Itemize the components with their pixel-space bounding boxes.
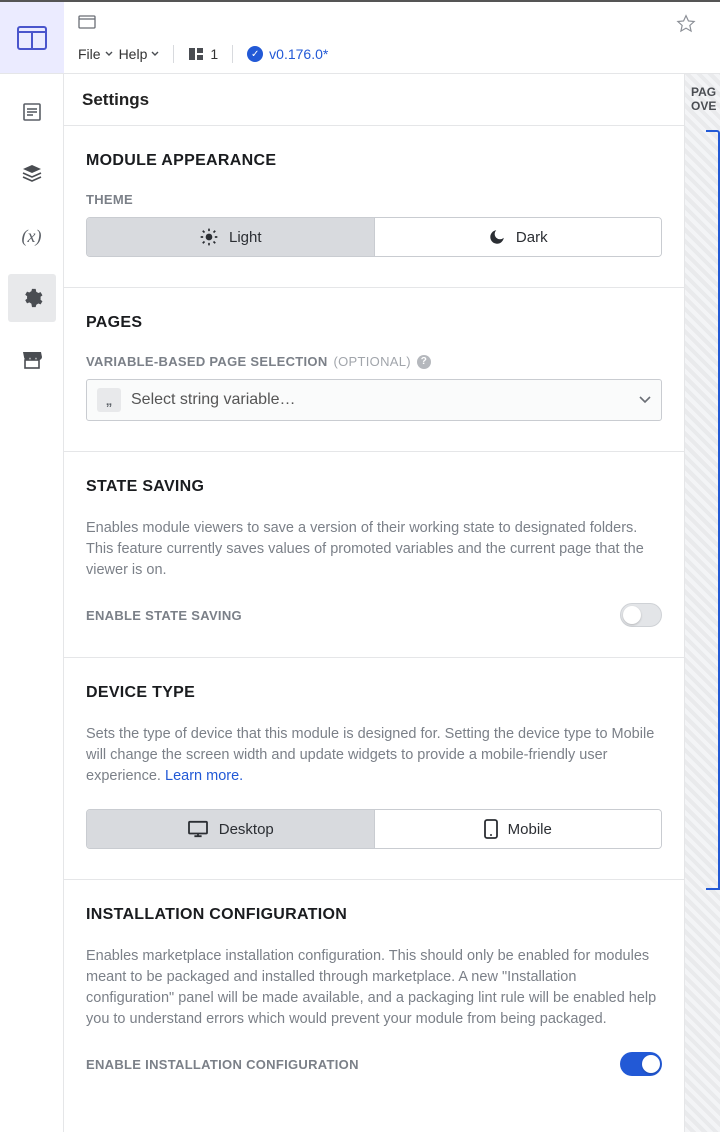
rail-item-layers[interactable] <box>8 150 56 198</box>
theme-light-button[interactable]: Light <box>87 218 375 256</box>
section-title: MODULE APPEARANCE <box>86 152 662 170</box>
theme-segmented: Light Dark <box>86 217 662 257</box>
right-panel-stub: PAG OVE <box>684 74 720 1132</box>
app-logo-tile[interactable] <box>0 2 64 74</box>
board-count[interactable]: 1 <box>188 46 218 62</box>
overview-outline <box>706 130 720 890</box>
enable-install-config-toggle[interactable] <box>620 1052 662 1076</box>
rail-item-doc[interactable] <box>8 88 56 136</box>
section-pages: PAGES VARIABLE-BASED PAGE SELECTION (OPT… <box>64 288 684 452</box>
right-panel-label: PAG OVE <box>691 86 716 114</box>
device-desktop-label: Desktop <box>219 821 274 838</box>
sun-icon <box>199 227 219 247</box>
dashboard-icon <box>17 26 47 50</box>
left-rail: (x) <box>0 2 64 1132</box>
section-state-saving: STATE SAVING Enables module viewers to s… <box>64 452 684 658</box>
theme-label: THEME <box>86 192 662 207</box>
device-mobile-button[interactable]: Mobile <box>375 810 662 848</box>
enable-install-config-label: ENABLE INSTALLATION CONFIGURATION <box>86 1057 359 1072</box>
section-description: Sets the type of device that this module… <box>86 724 662 787</box>
device-desktop-button[interactable]: Desktop <box>87 810 375 848</box>
chevron-down-icon <box>639 396 651 404</box>
chevron-down-icon <box>105 51 113 57</box>
window-icon <box>78 15 96 29</box>
rail-item-settings[interactable] <box>8 274 56 322</box>
desktop-icon <box>187 820 209 838</box>
gear-icon <box>21 287 43 309</box>
device-segmented: Desktop Mobile <box>86 809 662 849</box>
device-mobile-label: Mobile <box>508 821 552 838</box>
theme-light-label: Light <box>229 229 262 246</box>
settings-scroll: MODULE APPEARANCE THEME Light Dark PAGES <box>64 126 684 1132</box>
variable-select-placeholder: Select string variable… <box>131 391 629 409</box>
section-title: STATE SAVING <box>86 478 662 496</box>
moon-icon <box>488 228 506 246</box>
vbps-label: VARIABLE-BASED PAGE SELECTION (OPTIONAL)… <box>86 354 662 369</box>
separator <box>173 45 174 63</box>
chevron-down-icon <box>151 51 159 57</box>
section-title: INSTALLATION CONFIGURATION <box>86 906 662 924</box>
theme-dark-button[interactable]: Dark <box>375 218 662 256</box>
mobile-icon <box>484 819 498 839</box>
variable-icon: (x) <box>22 226 42 247</box>
optional-tag: (OPTIONAL) <box>334 354 411 369</box>
section-installation-config: INSTALLATION CONFIGURATION Enables marke… <box>64 880 684 1106</box>
variable-select[interactable]: „ Select string variable… <box>86 379 662 421</box>
version-badge[interactable]: ✓ v0.176.0* <box>247 46 328 62</box>
section-module-appearance: MODULE APPEARANCE THEME Light Dark <box>64 126 684 288</box>
learn-more-link[interactable]: Learn more. <box>165 768 243 784</box>
menu-help[interactable]: Help <box>119 46 160 62</box>
rail-item-marketplace[interactable] <box>8 336 56 384</box>
star-icon[interactable] <box>676 14 696 34</box>
page-title: Settings <box>64 74 720 126</box>
section-device-type: DEVICE TYPE Sets the type of device that… <box>64 658 684 880</box>
document-icon <box>22 102 42 122</box>
toolbar: File Help 1 ✓ v0.176.0* <box>64 2 720 74</box>
store-icon <box>21 350 43 370</box>
grid-icon <box>188 47 204 61</box>
theme-dark-label: Dark <box>516 229 548 246</box>
section-title: DEVICE TYPE <box>86 684 662 702</box>
separator <box>232 45 233 63</box>
quote-icon: „ <box>97 388 121 412</box>
enable-state-saving-label: ENABLE STATE SAVING <box>86 608 242 623</box>
check-icon: ✓ <box>247 46 263 62</box>
section-description: Enables module viewers to save a version… <box>86 518 662 581</box>
menu-file[interactable]: File <box>78 46 113 62</box>
layers-icon <box>21 163 43 185</box>
help-icon[interactable]: ? <box>417 355 431 369</box>
enable-state-saving-toggle[interactable] <box>620 603 662 627</box>
section-description: Enables marketplace installation configu… <box>86 946 662 1030</box>
section-title: PAGES <box>86 314 662 332</box>
rail-item-variables[interactable]: (x) <box>8 212 56 260</box>
